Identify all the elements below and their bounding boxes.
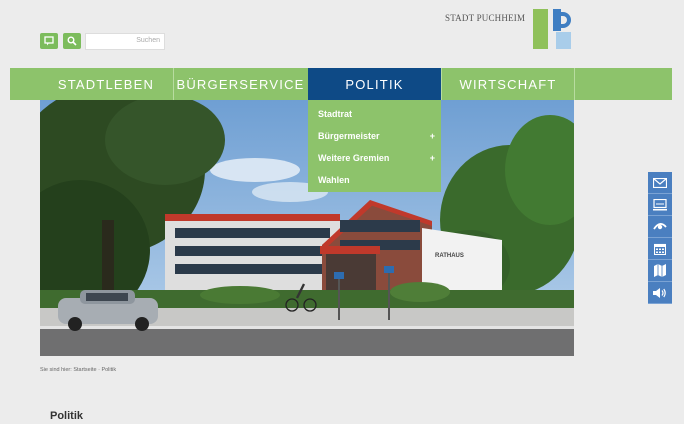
header: Suchen STADT PUCHHEIM <box>0 0 684 68</box>
mail-icon[interactable] <box>648 172 672 194</box>
menu-item-wahlen[interactable]: Wahlen <box>308 169 441 191</box>
menu-item-stadtrat[interactable]: Stadtrat <box>308 103 441 125</box>
nav-divider <box>574 68 575 100</box>
rathaus-sign: RATHAUS <box>435 253 464 259</box>
breadcrumb: Sie sind hier: Startseite · Politik <box>40 367 117 373</box>
expand-icon[interactable]: + <box>430 131 435 141</box>
quick-access-bar <box>648 172 672 304</box>
town-hall-illustration: RATHAUS <box>40 100 574 356</box>
menu-item-buergermeister[interactable]: Bürgermeister + <box>308 125 441 147</box>
nav-item-buergerservice[interactable]: BÜRGERSERVICE <box>174 68 307 100</box>
hero-image: RATHAUS <box>40 100 574 356</box>
main-nav: STADTLEBEN BÜRGERSERVICE POLITIK WIRTSCH… <box>10 68 672 100</box>
nav-item-politik[interactable]: POLITIK <box>308 68 441 100</box>
city-name: STADT PUCHHEIM <box>445 13 526 23</box>
map-icon[interactable] <box>648 260 672 282</box>
nav-item-wirtschaft[interactable]: WIRTSCHAFT <box>442 68 574 100</box>
menu-item-weitere-gremien[interactable]: Weitere Gremien + <box>308 147 441 169</box>
nav-item-stadtleben[interactable]: STADTLEBEN <box>40 68 172 100</box>
search-icon[interactable] <box>63 33 81 49</box>
monitor-icon[interactable] <box>648 194 672 216</box>
page-title: Politik <box>50 410 84 422</box>
politik-dropdown-menu: Stadtrat Bürgermeister + Weitere Gremien… <box>308 100 441 192</box>
search-input[interactable]: Suchen <box>85 33 165 50</box>
calendar-icon[interactable] <box>648 238 672 260</box>
speaker-icon[interactable] <box>648 282 672 304</box>
expand-icon[interactable]: + <box>430 153 435 163</box>
eye-icon[interactable] <box>648 216 672 238</box>
bookmark-icon[interactable] <box>40 33 58 49</box>
